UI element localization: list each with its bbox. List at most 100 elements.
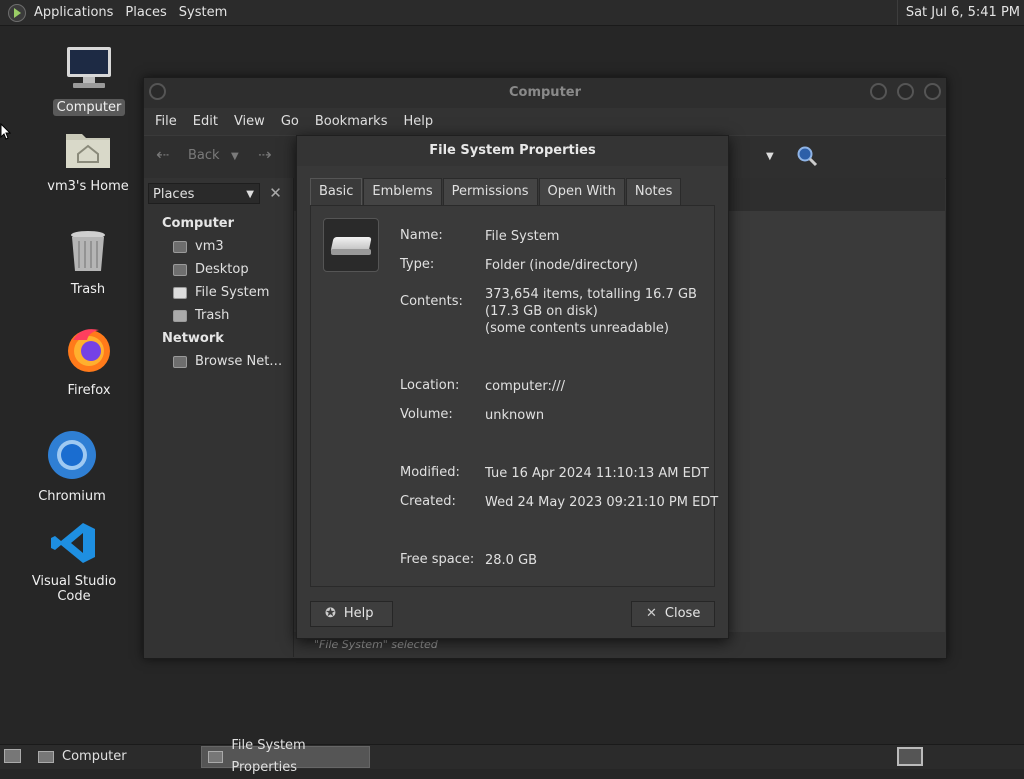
taskbar-item-file-system-properties[interactable]: File System Properties <box>201 738 370 775</box>
show-desktop-icon[interactable] <box>4 749 21 763</box>
basic-tab-panel: Name: File System Type: Folder (inode/di… <box>310 205 719 587</box>
places-combo-label: Places <box>153 187 195 202</box>
taskbar-item-label: File System Properties <box>231 738 306 775</box>
desktop-firefox-label: Firefox <box>67 383 111 398</box>
sidebar-item-label: vm3 <box>195 239 224 254</box>
desktop-home[interactable]: vm3's Home <box>33 128 143 195</box>
back-history-icon[interactable]: ▼ <box>231 151 239 162</box>
tab-basic[interactable]: Basic <box>310 178 363 205</box>
computer-icon <box>67 47 111 88</box>
sidebar-item-trash[interactable]: Trash <box>173 308 229 323</box>
close-button-label: Close <box>664 606 701 621</box>
view-dropdown-icon[interactable]: ▼ <box>766 151 774 162</box>
help-lifebuoy-icon: ✪ <box>325 606 336 621</box>
tab-emblems[interactable]: Emblems <box>363 178 442 205</box>
taskbar-item-computer[interactable]: Computer <box>32 746 200 768</box>
sidebar-item-vm3[interactable]: vm3 <box>173 239 224 254</box>
close-window-button[interactable] <box>924 83 941 100</box>
properties-dialog: File System Properties Basic Emblems Per… <box>296 135 729 639</box>
sidebar-heading-computer: Computer <box>162 216 235 231</box>
desktop-folder-icon <box>173 263 187 276</box>
menubar: File Edit View Go Bookmarks Help <box>144 108 946 135</box>
sidebar-item-label: Browse Net… <box>195 354 283 369</box>
minimize-button[interactable] <box>870 83 887 100</box>
home-icon <box>173 240 187 253</box>
desktop-vscode[interactable]: Visual Studio Code <box>19 521 129 605</box>
volume-key: Volume: <box>400 407 453 422</box>
help-button[interactable]: ✪ Help <box>310 601 393 627</box>
desktop-trash-label: Trash <box>70 282 106 297</box>
close-sidebar-icon[interactable]: ✕ <box>265 183 286 204</box>
desktop-chromium-label: Chromium <box>38 489 106 504</box>
workspace-switcher[interactable] <box>897 747 923 766</box>
drive-icon <box>173 286 187 299</box>
drive-icon <box>208 751 224 763</box>
sidebar-item-browse-network[interactable]: Browse Net… <box>173 354 282 369</box>
sidebar-item-label: Desktop <box>195 262 249 277</box>
trash-icon <box>173 309 187 322</box>
window-title: Computer <box>508 85 582 100</box>
created-value: Wed 24 May 2023 09:21:10 PM EDT <box>485 495 719 510</box>
mouse-pointer-icon <box>0 123 11 140</box>
harddisk-icon[interactable] <box>323 218 379 272</box>
back-button[interactable]: Back <box>188 148 220 163</box>
network-icon <box>173 355 187 368</box>
sidebar-item-label: Trash <box>195 308 230 323</box>
menu-file[interactable]: File <box>147 114 185 129</box>
sidebar-item-desktop[interactable]: Desktop <box>173 262 249 277</box>
menu-bookmarks[interactable]: Bookmarks <box>307 114 396 129</box>
search-icon[interactable] <box>796 145 818 167</box>
system-menu[interactable]: System <box>173 0 233 25</box>
desktop-computer-label: Computer <box>52 99 126 116</box>
menu-edit[interactable]: Edit <box>185 114 226 129</box>
location-value: computer:/// <box>485 379 565 394</box>
free-space-value: 28.0 GB <box>485 553 538 568</box>
home-folder-icon <box>66 134 110 168</box>
type-value: Folder (inode/directory) <box>485 258 639 273</box>
applications-menu[interactable]: Applications <box>28 0 119 25</box>
sidebar-item-label: File System <box>195 285 270 300</box>
type-key: Type: <box>400 257 435 272</box>
places-menu[interactable]: Places <box>119 0 172 25</box>
created-key: Created: <box>400 494 456 509</box>
vscode-icon <box>51 523 95 563</box>
modified-key: Modified: <box>400 465 460 480</box>
desktop-vscode-label: Visual Studio Code <box>31 574 117 604</box>
sidebar-item-file-system[interactable]: File System <box>173 285 269 300</box>
clock[interactable]: Sat Jul 6, 5:41 PM <box>896 0 1020 25</box>
contents-value: 373,654 items, totalling 16.7 GB (17.3 G… <box>485 287 697 336</box>
volume-value: unknown <box>485 408 545 423</box>
sidebar-heading-network: Network <box>162 331 224 346</box>
tab-notes[interactable]: Notes <box>625 178 682 205</box>
desktop-firefox[interactable]: Firefox <box>34 326 144 399</box>
menu-view[interactable]: View <box>226 114 273 129</box>
places-combo[interactable]: Places ▼ <box>148 183 260 204</box>
back-arrow-icon: ⇠ <box>156 145 170 164</box>
dialog-title[interactable]: File System Properties <box>297 136 728 166</box>
tab-permissions[interactable]: Permissions <box>442 178 538 205</box>
chromium-icon <box>48 431 96 479</box>
desktop-chromium[interactable]: Chromium <box>17 430 127 505</box>
free-space-key: Free space: <box>400 552 475 567</box>
tab-open-with[interactable]: Open With <box>538 178 625 205</box>
bottom-panel: Computer File System Properties <box>0 738 1024 775</box>
places-sidebar: Places ▼ ✕ Computer vm3 Desktop File Sys… <box>144 178 294 657</box>
modified-value: Tue 16 Apr 2024 11:10:13 AM EDT <box>485 466 709 481</box>
computer-icon <box>38 751 54 763</box>
top-panel: Applications Places System Sat Jul 6, 5:… <box>0 0 1024 26</box>
location-key: Location: <box>400 378 460 393</box>
desktop-computer[interactable]: Computer <box>34 45 144 116</box>
distro-logo-icon[interactable] <box>8 3 26 22</box>
combo-arrow-icon: ▼ <box>246 189 254 200</box>
forward-arrow-icon[interactable]: ⇢ <box>258 145 271 164</box>
contents-key: Contents: <box>400 294 463 309</box>
menu-help[interactable]: Help <box>395 114 441 129</box>
close-x-icon: ✕ <box>646 606 657 621</box>
menu-go[interactable]: Go <box>273 114 307 129</box>
firefox-icon <box>68 329 110 372</box>
desktop-trash[interactable]: Trash <box>33 229 143 298</box>
name-key: Name: <box>400 228 443 243</box>
window-titlebar[interactable]: Computer <box>144 78 946 108</box>
close-button[interactable]: ✕ Close <box>631 601 715 627</box>
maximize-button[interactable] <box>897 83 914 100</box>
